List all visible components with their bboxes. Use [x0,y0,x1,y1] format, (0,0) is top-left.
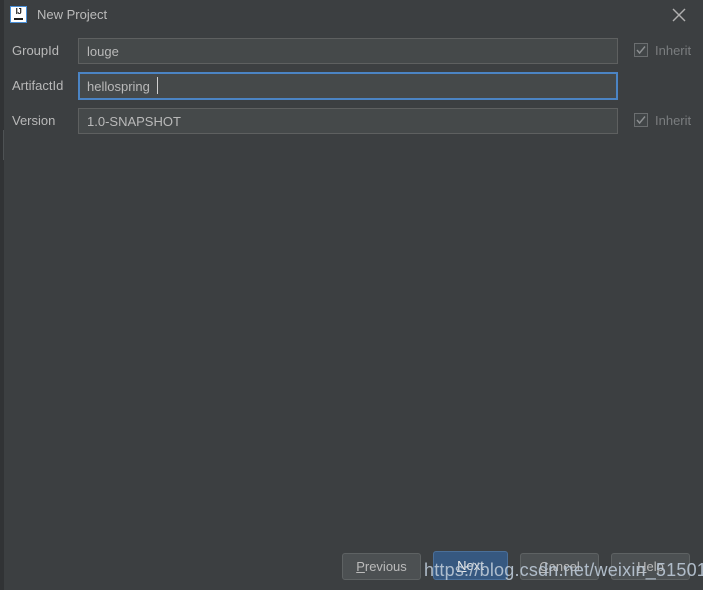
groupid-label: GroupId [12,43,59,58]
next-button[interactable]: Next [433,551,508,580]
close-icon[interactable] [667,4,691,26]
checkmark-icon [636,116,646,125]
groupid-input[interactable] [78,38,618,64]
groupid-inherit-label: Inherit [655,43,692,58]
new-project-dialog: IJ New Project GroupId Inherit ArtifactI… [0,0,703,590]
intellij-idea-icon-bar [14,18,23,20]
previous-button-label: revious [364,559,407,574]
title-bar: IJ New Project [4,0,703,30]
cancel-button-label: ancel [548,559,580,574]
checkmark-icon [636,46,646,55]
help-button-label: elp [646,559,664,574]
artifactid-label: ArtifactId [12,78,64,93]
version-inherit-checkbox-group[interactable]: Inherit [634,112,703,130]
next-button-mnemonic: N [457,558,467,573]
version-input[interactable] [78,108,618,134]
previous-button[interactable]: Previous [342,553,421,580]
groupid-inherit-checkbox-group[interactable]: Inherit [634,42,703,60]
artifactid-input[interactable] [78,72,618,100]
next-button-label: ext [466,558,484,573]
previous-button-mnemonic: P [356,559,365,574]
intellij-idea-icon-text: IJ [15,7,22,16]
cancel-button-mnemonic: C [539,559,549,574]
window-left-border [0,0,4,590]
groupid-inherit-checkbox[interactable] [634,43,648,57]
dialog-title: New Project [37,7,108,22]
help-button[interactable]: Help [611,553,690,580]
cancel-button[interactable]: Cancel [520,553,599,580]
text-cursor [156,77,158,94]
window-left-border-highlight [3,130,4,160]
intellij-idea-icon: IJ [10,6,27,23]
version-inherit-checkbox[interactable] [634,113,648,127]
version-label: Version [12,113,56,128]
help-button-mnemonic: H [637,559,647,574]
version-inherit-label: Inherit [655,113,692,128]
